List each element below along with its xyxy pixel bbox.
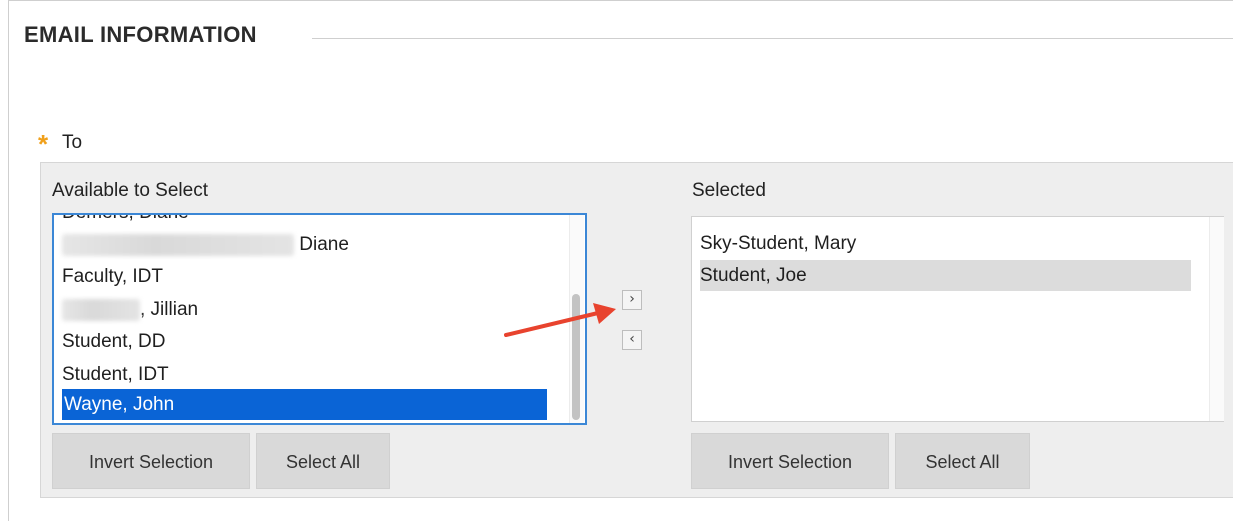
selected-title: Selected <box>692 180 766 201</box>
list-item[interactable]: Student, IDT <box>62 359 169 390</box>
list-item[interactable]: Student, DD <box>62 326 166 357</box>
list-item-label: , Jillian <box>140 299 199 320</box>
list-item[interactable]: Sky-Student, Mary <box>700 228 856 259</box>
list-item[interactable]: , Jillian <box>62 294 198 325</box>
section-divider <box>312 38 1233 39</box>
selected-invert-selection-button[interactable]: Invert Selection <box>691 433 889 489</box>
list-item-highlighted[interactable]: Student, Joe <box>700 260 1191 291</box>
available-title: Available to Select <box>52 180 208 201</box>
redacted-name <box>62 233 294 256</box>
add-to-selected-button[interactable]: › <box>622 290 642 310</box>
selected-listbox[interactable]: Sky-Student, Mary Student, Joe <box>691 216 1224 422</box>
list-item[interactable]: Diane <box>62 229 349 260</box>
list-item-selected[interactable]: Wayne, John <box>62 389 547 420</box>
to-label: To <box>62 132 83 153</box>
list-item-label: Student, Joe <box>700 265 807 286</box>
chevron-right-icon: › <box>629 291 635 307</box>
required-asterisk-icon: * <box>38 129 49 159</box>
remove-from-selected-button[interactable]: ‹ <box>622 330 642 350</box>
list-item[interactable]: Faculty, IDT <box>62 261 163 292</box>
available-invert-selection-button[interactable]: Invert Selection <box>52 433 250 489</box>
list-item-label: Wayne, John <box>64 394 175 415</box>
list-item-label: Diane <box>299 234 349 255</box>
redacted-name <box>62 298 140 321</box>
section-title: EMAIL INFORMATION <box>24 22 267 48</box>
selected-select-all-button[interactable]: Select All <box>895 433 1030 489</box>
list-item[interactable]: Demers, Diane <box>62 215 189 228</box>
available-select-all-button[interactable]: Select All <box>256 433 390 489</box>
selected-scrollbar[interactable] <box>1209 217 1224 421</box>
chevron-left-icon: ‹ <box>629 331 635 347</box>
annotation-arrow-icon <box>504 303 616 337</box>
